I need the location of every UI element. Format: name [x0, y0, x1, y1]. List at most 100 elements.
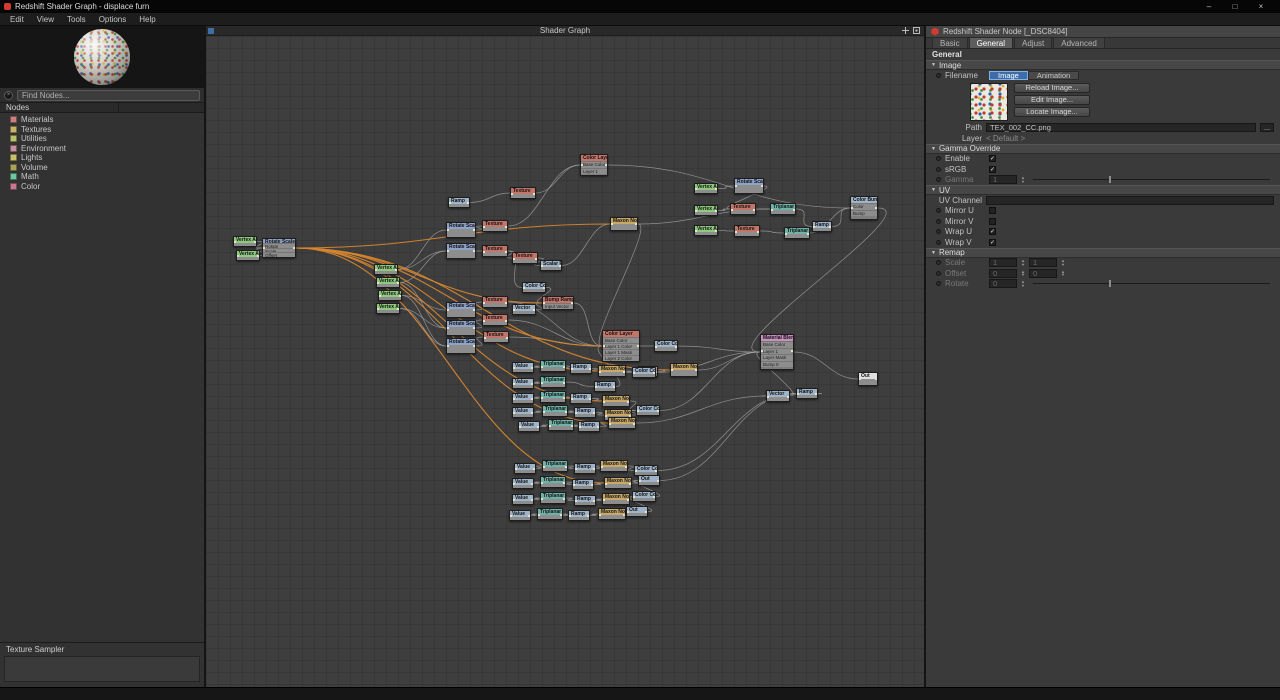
- tree-item-materials[interactable]: Materials: [0, 115, 204, 125]
- node-texture-n32[interactable]: Texture: [734, 225, 760, 237]
- node-color-layer-n23[interactable]: Color LayerBase ColorLayer 1: [580, 154, 608, 176]
- node-vector-n43[interactable]: Vector: [766, 390, 790, 402]
- offset-input-0[interactable]: 0: [989, 268, 1017, 278]
- checkbox-enable[interactable]: ✓: [989, 155, 996, 163]
- node-value-n45[interactable]: Value: [512, 362, 534, 373]
- node-ramp-n73[interactable]: Ramp: [572, 479, 594, 490]
- node-maxon-noise-n79[interactable]: Maxon Noise: [602, 493, 630, 505]
- node-scalar-ramp-n19[interactable]: Scalar Ramp: [540, 260, 562, 271]
- node-rotate-scale-offset-n08[interactable]: Rotate Scale Offset: [446, 222, 476, 238]
- browse-button[interactable]: ...: [1260, 123, 1274, 133]
- close-button[interactable]: ×: [1256, 2, 1266, 11]
- checkbox-wrap-v[interactable]: ✓: [989, 238, 996, 246]
- scale-input-1[interactable]: 1: [1028, 258, 1057, 268]
- node-triplanar-n58[interactable]: Triplanar: [542, 405, 568, 417]
- tree-item-textures[interactable]: Textures: [0, 125, 204, 135]
- node-vertex-attr-n07[interactable]: Vertex Attr: [376, 303, 400, 314]
- node-texture-n11[interactable]: Texture: [482, 245, 508, 257]
- node-triplanar-n33[interactable]: Triplanar: [770, 203, 796, 215]
- tree-item-color[interactable]: Color: [0, 182, 204, 192]
- node-value-n53[interactable]: Value: [512, 393, 534, 404]
- node-ramp-n35[interactable]: Ramp: [812, 221, 832, 232]
- tree-item-lights[interactable]: Lights: [0, 153, 204, 163]
- texture-thumbnail[interactable]: [970, 82, 1008, 121]
- node-color-correct-n20[interactable]: Color Correct: [522, 282, 546, 293]
- node-maxon-noise-n69[interactable]: Maxon Noise: [600, 460, 628, 472]
- node-color-layer-n37[interactable]: Color Layer Base Color Layer 1 Color Layer …: [602, 330, 640, 362]
- node-triplanar-n54[interactable]: Triplanar: [540, 391, 566, 403]
- menu-edit[interactable]: Edit: [10, 15, 24, 24]
- group-remap[interactable]: ▼ Remap: [926, 247, 1280, 258]
- gamma-input[interactable]: 1: [989, 175, 1017, 185]
- offset-input-1[interactable]: 0: [1028, 268, 1057, 278]
- anim-dot[interactable]: [936, 218, 941, 224]
- tree-item-volume[interactable]: Volume: [0, 163, 204, 173]
- spinner-icon[interactable]: ▲ ▼: [1021, 259, 1025, 266]
- node-texture-n15[interactable]: Texture: [482, 314, 508, 326]
- node-rotate-scale-offset-n03[interactable]: Rotate Scale OffsetRotateScaleOffset: [262, 238, 296, 258]
- node-value-n76[interactable]: Value: [512, 494, 534, 505]
- menu-view[interactable]: View: [37, 15, 54, 24]
- node-vertex-attr-n01[interactable]: Vertex Attr: [233, 236, 257, 247]
- node-triplanar-n63[interactable]: Triplanar: [548, 419, 574, 431]
- tab-basic[interactable]: Basic: [932, 37, 968, 48]
- node-color-bump-n36[interactable]: Color BumpColorBump: [850, 196, 878, 220]
- move-icon[interactable]: [902, 27, 909, 34]
- menu-help[interactable]: Help: [139, 15, 155, 24]
- frame-all-icon[interactable]: [913, 27, 920, 34]
- spinner-icon[interactable]: ▲ ▼: [1061, 259, 1065, 266]
- node-ramp-n59[interactable]: Ramp: [574, 407, 596, 418]
- node-vertex-attr-n05[interactable]: Vertex Attr: [376, 277, 400, 288]
- node-maxon-noise-n74[interactable]: Maxon Noise: [604, 477, 632, 489]
- group-gamma[interactable]: ▼ Gamma Override: [926, 143, 1280, 154]
- menu-options[interactable]: Options: [99, 15, 127, 24]
- node-out-n42[interactable]: Out: [858, 372, 878, 386]
- checkbox-srgb[interactable]: ✓: [989, 165, 996, 173]
- node-maxon-noise-n48[interactable]: Maxon Noise: [598, 365, 626, 377]
- node-texture-n18[interactable]: Texture: [512, 252, 538, 264]
- spinner-icon[interactable]: ▲ ▼: [1061, 270, 1065, 277]
- anim-dot[interactable]: [936, 270, 941, 276]
- anim-dot[interactable]: [936, 260, 941, 266]
- checkbox-mirror-v[interactable]: [989, 217, 996, 225]
- node-ramp-n44[interactable]: Ramp: [796, 388, 818, 399]
- tree-item-math[interactable]: Math: [0, 172, 204, 182]
- node-rotate-scale-offset-n10[interactable]: Rotate Scale Offset: [446, 243, 476, 259]
- node-bump-ramp-n21[interactable]: Bump Ramp Input Vector: [542, 296, 574, 310]
- node-texture-n30[interactable]: Texture: [730, 203, 756, 215]
- node-triplanar-n67[interactable]: Triplanar: [542, 460, 568, 472]
- node-vertex-attr-n06[interactable]: Vertex Attr: [378, 290, 402, 301]
- node-ramp-n55[interactable]: Ramp: [570, 393, 592, 404]
- anim-dot[interactable]: [936, 239, 941, 245]
- node-ramp-n47[interactable]: Ramp: [570, 363, 592, 374]
- tab-general[interactable]: General: [968, 37, 1014, 48]
- tab-advanced[interactable]: Advanced: [1053, 37, 1105, 48]
- node-rotate-scale-offset-n14[interactable]: Rotate Scale Offset: [446, 320, 476, 336]
- node-material-blender-n41[interactable]: Material BlenderBase ColorLayer 1Layer M…: [760, 334, 794, 370]
- spinner-icon[interactable]: ▲ ▼: [1021, 270, 1025, 277]
- tab-adjust[interactable]: Adjust: [1014, 37, 1053, 48]
- anim-dot[interactable]: [936, 156, 941, 162]
- node-vector-n22[interactable]: Vector: [512, 304, 536, 315]
- node-vertex-attr-n27[interactable]: Vertex Attr: [694, 183, 718, 194]
- checkbox-wrap-u[interactable]: ✓: [989, 228, 996, 236]
- node-vertex-attr-n29[interactable]: Vertex Attr: [694, 205, 718, 216]
- checkbox-mirror-u[interactable]: [989, 207, 996, 215]
- node-triplanar-n82[interactable]: Triplanar: [537, 508, 563, 520]
- minimize-button[interactable]: –: [1204, 2, 1214, 11]
- anim-dot[interactable]: [936, 177, 941, 183]
- mode-image[interactable]: Image: [989, 70, 1028, 80]
- path-input[interactable]: TEX_002_CC.png: [986, 123, 1256, 133]
- node-ramp-n64[interactable]: Ramp: [578, 421, 600, 432]
- menu-tools[interactable]: Tools: [67, 15, 86, 24]
- node-color-correct-n61[interactable]: Color Correct: [636, 405, 660, 416]
- anim-dot[interactable]: [936, 208, 941, 214]
- spinner-icon[interactable]: ▲ ▼: [1021, 176, 1025, 183]
- node-ramp-n25[interactable]: Ramp: [448, 197, 470, 208]
- node-vertex-attr-n02[interactable]: Vertex Attr: [236, 250, 260, 261]
- node-triplanar-n46[interactable]: Triplanar: [540, 360, 566, 372]
- node-ramp-n78[interactable]: Ramp: [574, 495, 596, 506]
- group-uv[interactable]: ▼ UV: [926, 185, 1280, 195]
- sampler-box[interactable]: [4, 656, 200, 682]
- search-icon[interactable]: ×: [4, 90, 13, 100]
